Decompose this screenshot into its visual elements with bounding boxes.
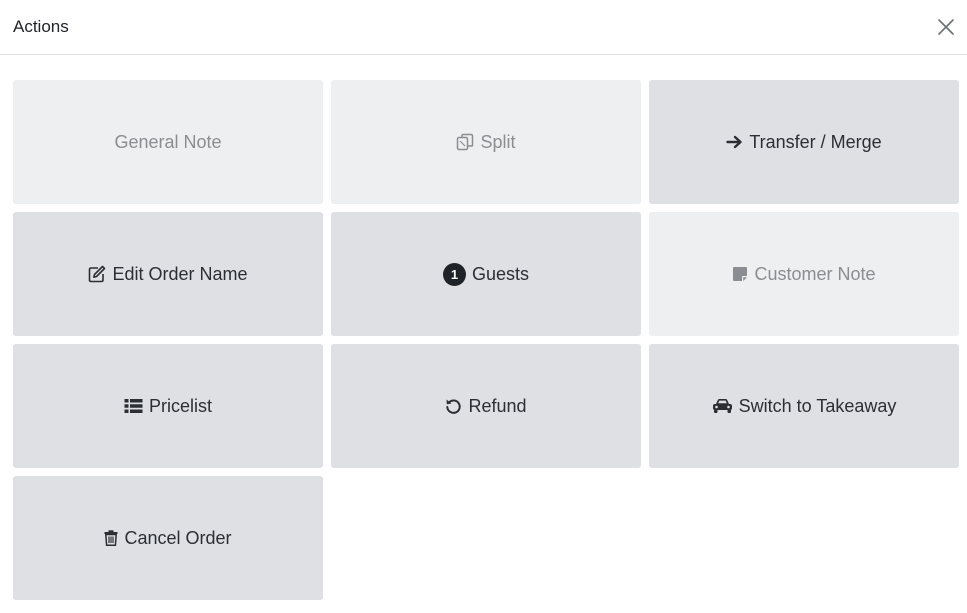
list-icon — [124, 398, 143, 414]
split-button[interactable]: Split — [331, 80, 641, 204]
copy-icon — [456, 133, 474, 151]
edit-order-name-button[interactable]: Edit Order Name — [13, 212, 323, 336]
refund-button[interactable]: Refund — [331, 344, 641, 468]
undo-icon — [445, 398, 462, 415]
edit-icon — [88, 265, 106, 283]
general-note-label: General Note — [114, 131, 222, 152]
actions-grid: General Note Split Transfer / Merge Edit… — [13, 80, 959, 600]
cancel-order-button[interactable]: Cancel Order — [13, 476, 323, 600]
close-icon[interactable] — [937, 18, 955, 36]
dialog-title: Actions — [13, 17, 69, 36]
actions-dialog: Actions General Note Split Transfer / Me… — [0, 0, 967, 613]
trash-icon — [104, 530, 118, 546]
edit-order-name-label: Edit Order Name — [112, 263, 248, 284]
car-icon — [712, 398, 733, 414]
customer-note-label: Customer Note — [754, 263, 876, 284]
guests-button[interactable]: 1 Guests — [331, 212, 641, 336]
refund-label: Refund — [468, 395, 527, 416]
dialog-header: Actions — [0, 0, 967, 55]
customer-note-button[interactable]: Customer Note — [649, 212, 959, 336]
close-button[interactable] — [931, 12, 961, 42]
arrow-right-icon — [726, 134, 743, 150]
transfer-merge-button[interactable]: Transfer / Merge — [649, 80, 959, 204]
pricelist-label: Pricelist — [148, 395, 212, 416]
sticky-note-icon — [732, 266, 748, 282]
cancel-order-label: Cancel Order — [124, 527, 232, 548]
switch-to-takeaway-button[interactable]: Switch to Takeaway — [649, 344, 959, 468]
general-note-button[interactable]: General Note — [13, 80, 323, 204]
switch-to-takeaway-label: Switch to Takeaway — [738, 395, 897, 416]
guests-label: Guests — [471, 263, 530, 284]
guests-count-badge: 1 — [442, 262, 466, 286]
pricelist-button[interactable]: Pricelist — [13, 344, 323, 468]
transfer-merge-label: Transfer / Merge — [749, 131, 882, 152]
split-label: Split — [480, 131, 516, 152]
